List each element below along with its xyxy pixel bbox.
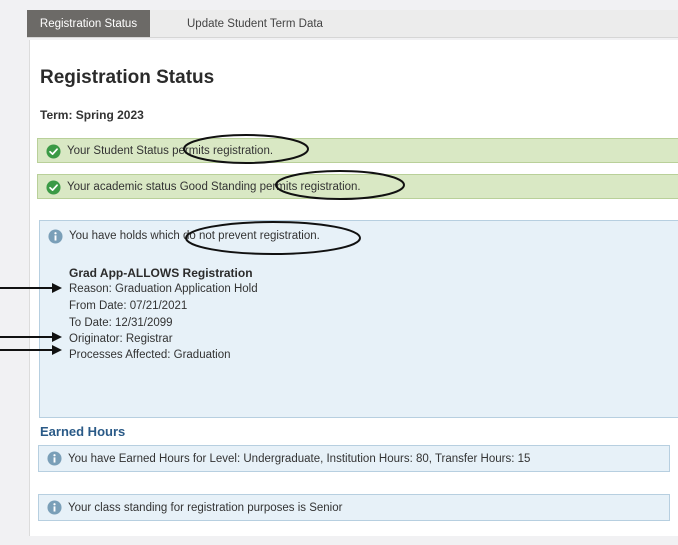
arrow-icon [0, 332, 62, 342]
arrow-icon [0, 283, 62, 293]
highlight-oval [275, 170, 405, 200]
annotation-overlay [0, 134, 405, 355]
highlight-oval [185, 221, 361, 255]
highlight-oval [183, 134, 309, 164]
arrow-icon [0, 345, 62, 355]
